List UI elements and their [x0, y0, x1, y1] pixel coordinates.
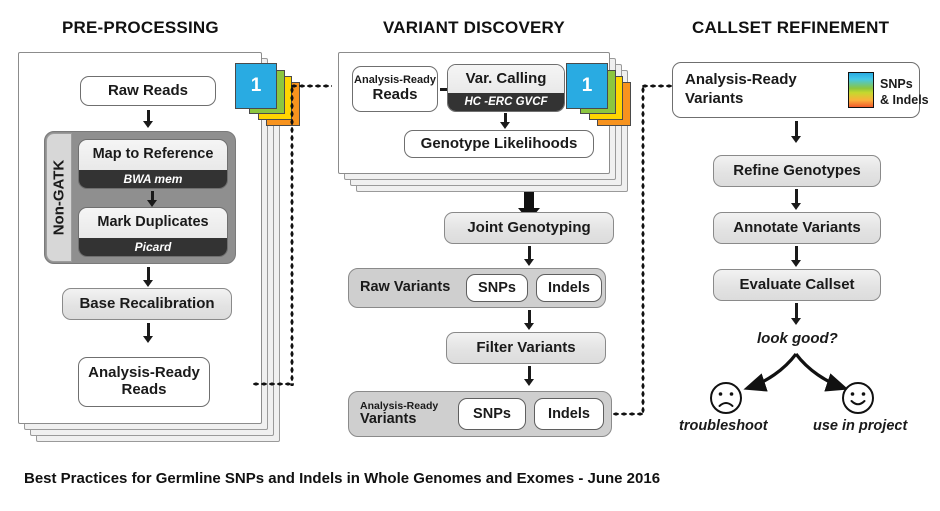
node-map-to-reference[interactable]: Map to Reference BWA mem	[78, 139, 228, 189]
happy-face-icon	[842, 382, 874, 414]
decision-look-good: look good?	[757, 330, 838, 347]
node-refine-genotypes[interactable]: Refine Genotypes	[713, 155, 881, 187]
branch-label-troubleshoot: troubleshoot	[679, 418, 768, 434]
vd-sample-tab-cyan[interactable]: 1	[566, 63, 608, 109]
node-var-calling[interactable]: Var. Calling HC -ERC GVCF	[447, 64, 565, 112]
legend-line2: & Indels	[880, 93, 929, 108]
arrow-raw-reads-to-map	[143, 110, 154, 128]
band-arv-label-line2: Variants	[360, 410, 417, 427]
cr-input-label: Analysis-Ready Variants	[685, 71, 797, 109]
analysis-ready-reads-line1: Analysis-Ready	[88, 364, 200, 382]
arrow-markdup-to-bqsr	[143, 267, 154, 287]
column-title-variant-discovery: VARIANT DISCOVERY	[383, 18, 565, 37]
connector-2-bottom	[612, 412, 645, 416]
connector-1-vertical	[290, 86, 294, 386]
node-raw-reads[interactable]: Raw Reads	[80, 76, 216, 106]
connector-1-bottom	[252, 382, 294, 386]
cr-input-line2: Variants	[685, 90, 744, 107]
chip-raw-snps[interactable]: SNPs	[466, 274, 528, 302]
chip-raw-indels[interactable]: Indels	[536, 274, 602, 302]
connector-2-vertical	[641, 86, 645, 414]
sad-face-icon	[710, 382, 742, 414]
node-joint-genotyping[interactable]: Joint Genotyping	[444, 212, 614, 244]
arrow-joint-to-raw-variants	[524, 246, 535, 266]
arrow-filter-to-analysis-ready-variants	[524, 366, 535, 386]
node-map-to-reference-tool: BWA mem	[79, 170, 227, 188]
node-mark-duplicates[interactable]: Mark Duplicates Picard	[78, 207, 228, 257]
node-map-to-reference-title: Map to Reference	[79, 140, 227, 170]
node-var-calling-title: Var. Calling	[448, 65, 564, 93]
node-base-recalibration[interactable]: Base Recalibration	[62, 288, 232, 320]
node-mark-duplicates-tool: Picard	[79, 238, 227, 256]
arrow-raw-to-filter	[524, 310, 535, 330]
band-raw-variants: Raw Variants SNPs Indels	[348, 268, 606, 308]
arrow-map-to-markdup	[147, 191, 158, 207]
arrow-var-calling-to-likelihoods	[500, 113, 511, 129]
gatk-best-practices-diagram: PRE-PROCESSING VARIANT DISCOVERY CALLSET…	[0, 0, 940, 511]
arrow-annotate-to-evaluate	[791, 246, 802, 267]
branch-label-use-in-project: use in project	[813, 418, 908, 434]
chip-arv-indels[interactable]: Indels	[534, 398, 604, 430]
node-var-calling-tool: HC -ERC GVCF	[448, 93, 564, 111]
arrow-cr-input-to-refine	[791, 121, 802, 143]
node-analysis-ready-reads[interactable]: Analysis-Ready Reads	[78, 357, 210, 407]
sample-tab-cyan[interactable]: 1	[235, 63, 277, 109]
non-gatk-label-tab: Non-GATK	[46, 133, 72, 262]
node-annotate-variants[interactable]: Annotate Variants	[713, 212, 881, 244]
node-filter-variants[interactable]: Filter Variants	[446, 332, 606, 364]
vd-input-line1: Analysis-Ready	[354, 74, 436, 87]
arrow-evaluate-to-decision	[791, 303, 802, 325]
figure-caption: Best Practices for Germline SNPs and Ind…	[24, 470, 661, 487]
connector-1-top	[290, 84, 332, 88]
legend-line1: SNPs	[880, 77, 913, 91]
legend-color-swatch	[848, 72, 874, 108]
column-title-preprocessing: PRE-PROCESSING	[62, 18, 219, 37]
analysis-ready-reads-line2: Reads	[121, 381, 167, 398]
node-mark-duplicates-title: Mark Duplicates	[79, 208, 227, 238]
band-raw-variants-label: Raw Variants	[360, 279, 451, 296]
arrow-refine-to-annotate	[791, 189, 802, 210]
non-gatk-label: Non-GATK	[50, 159, 68, 236]
variant-discovery-sample-tabs: 1	[565, 62, 631, 130]
column-title-callset-refinement: CALLSET REFINEMENT	[692, 18, 890, 37]
node-genotype-likelihoods[interactable]: Genotype Likelihoods	[404, 130, 594, 158]
arrow-bqsr-to-analysis-ready-reads	[143, 323, 154, 343]
node-evaluate-callset[interactable]: Evaluate Callset	[713, 269, 881, 301]
legend-label: SNPs & Indels	[880, 76, 929, 109]
vd-input-line2: Reads	[372, 85, 418, 103]
band-arv-label: Analysis-Ready Variants	[360, 400, 456, 427]
band-analysis-ready-variants: Analysis-Ready Variants SNPs Indels	[348, 391, 612, 437]
node-vd-input-analysis-ready-reads[interactable]: Analysis-Ready Reads	[352, 66, 438, 112]
chip-arv-snps[interactable]: SNPs	[458, 398, 526, 430]
cr-input-line1: Analysis-Ready	[685, 71, 797, 89]
